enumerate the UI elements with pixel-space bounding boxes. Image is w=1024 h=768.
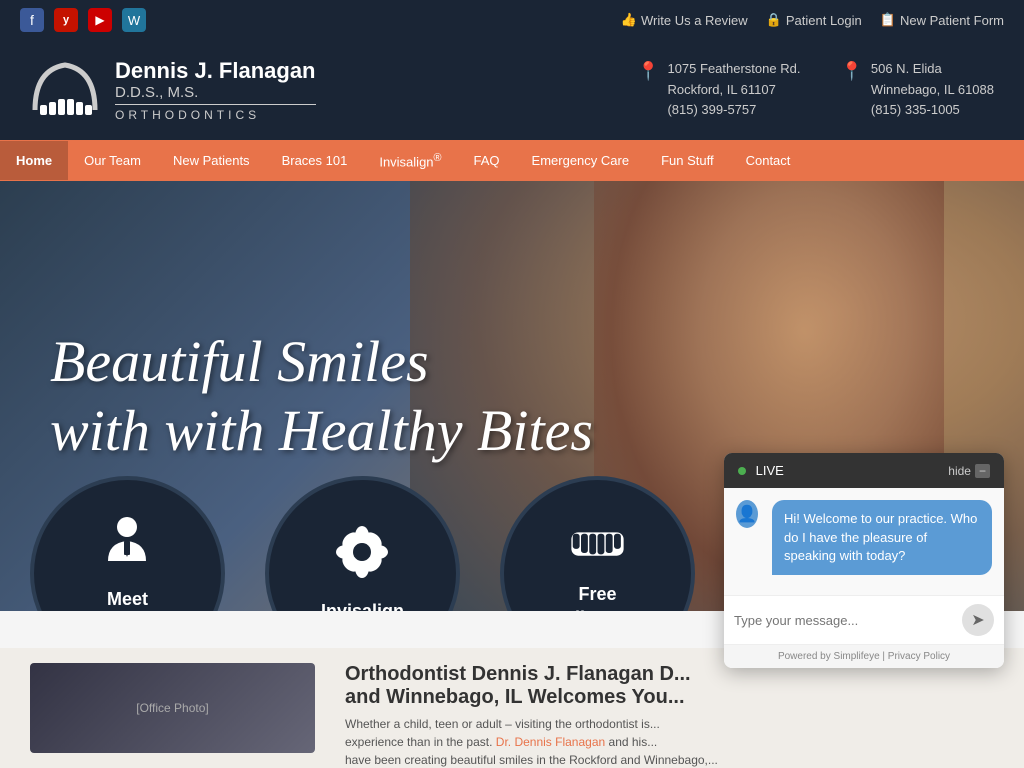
circle-label-1: MeetDr. Flanagan — [73, 588, 181, 611]
agent-avatar: 👤 — [736, 500, 758, 528]
facebook-icon[interactable]: f — [20, 8, 44, 32]
chat-bubble: Hi! Welcome to our practice. Who do I ha… — [772, 500, 992, 575]
live-indicator: LIVE — [738, 463, 784, 478]
logo-area: Dennis J. Flanagan D.D.S., M.S. ORTHODON… — [30, 55, 316, 125]
hide-label: hide — [948, 464, 971, 478]
main-nav: Home Our Team New Patients Braces 101 In… — [0, 140, 1024, 181]
nav-braces-101[interactable]: Braces 101 — [266, 141, 364, 180]
top-bar: f y ▶ W 👍 Write Us a Review 🔒 Patient Lo… — [0, 0, 1024, 40]
intro-heading: Orthodontist Dennis J. Flanagan D... and… — [345, 663, 994, 709]
address-1-phone: (815) 399-5757 — [667, 100, 800, 121]
addresses: 📍 1075 Featherstone Rd. Rockford, IL 611… — [637, 59, 994, 121]
teeth-icon — [570, 517, 625, 575]
youtube-icon[interactable]: ▶ — [88, 8, 112, 32]
nav-contact[interactable]: Contact — [730, 141, 807, 180]
minimize-icon: − — [975, 464, 990, 478]
nav-new-patients[interactable]: New Patients — [157, 141, 266, 180]
specialty-label: ORTHODONTICS — [115, 104, 316, 122]
patient-login-link[interactable]: 🔒 Patient Login — [766, 12, 862, 28]
doctor-link[interactable]: Dr. Dennis Flanagan — [496, 735, 605, 749]
nav-faq[interactable]: FAQ — [458, 141, 516, 180]
meet-dr-flanagan-button[interactable]: MeetDr. Flanagan — [30, 476, 225, 611]
flower-icon — [335, 525, 390, 592]
social-links: f y ▶ W — [20, 8, 146, 32]
address-1-line1: 1075 Featherstone Rd. — [667, 59, 800, 80]
top-links: 👍 Write Us a Review 🔒 Patient Login 📋 Ne… — [621, 12, 1004, 28]
thumbs-up-icon: 👍 — [621, 12, 637, 28]
doctor-credentials: D.D.S., M.S. — [115, 84, 316, 101]
free-smile-exam-button[interactable]: FreeSmile Exam — [500, 476, 695, 611]
wordpress-icon[interactable]: W — [122, 8, 146, 32]
live-dot — [738, 467, 746, 475]
logo-arch-icon — [30, 55, 100, 125]
chat-hide-button[interactable]: hide − — [948, 464, 990, 478]
chat-widget: LIVE hide − 👤 Hi! Welcome to our practic… — [724, 453, 1004, 668]
address-2-phone: (815) 335-1005 — [871, 100, 994, 121]
circle-label-2: Invisalign — [321, 600, 404, 612]
hero-text: Beautiful Smiles with with Healthy Bites — [0, 327, 643, 466]
address-rockford: 📍 1075 Featherstone Rd. Rockford, IL 611… — [637, 59, 800, 121]
person-icon — [100, 513, 155, 580]
circles-row: MeetDr. Flanagan Invi — [0, 476, 695, 611]
office-image: [Office Photo] — [30, 663, 315, 753]
address-winnebago: 📍 506 N. Elida Winnebago, IL 61088 (815)… — [840, 59, 994, 121]
chat-input[interactable] — [734, 613, 962, 628]
doctor-name: Dennis J. Flanagan — [115, 58, 316, 84]
chat-input-row: ➤ — [724, 595, 1004, 644]
pin-icon-2: 📍 — [840, 61, 862, 82]
yelp-icon[interactable]: y — [54, 8, 78, 32]
lock-icon: 🔒 — [766, 12, 782, 28]
nav-home[interactable]: Home — [0, 141, 68, 180]
nav-our-team[interactable]: Our Team — [68, 141, 157, 180]
new-patient-form-link[interactable]: 📋 New Patient Form — [880, 12, 1004, 28]
live-label: LIVE — [756, 463, 784, 478]
nav-emergency-care[interactable]: Emergency Care — [516, 141, 646, 180]
write-review-link[interactable]: 👍 Write Us a Review — [621, 12, 748, 28]
chat-message-row: 👤 Hi! Welcome to our practice. Who do I … — [736, 500, 992, 583]
chat-send-button[interactable]: ➤ — [962, 604, 994, 636]
chat-header: LIVE hide − — [724, 453, 1004, 488]
logo-text: Dennis J. Flanagan D.D.S., M.S. ORTHODON… — [115, 58, 316, 122]
form-icon: 📋 — [880, 12, 896, 28]
nav-invisalign[interactable]: Invisalign® — [363, 140, 457, 181]
intro-body: Whether a child, teen or adult – visitin… — [345, 715, 994, 768]
chat-body: 👤 Hi! Welcome to our practice. Who do I … — [724, 488, 1004, 595]
hero-line2: with with Healthy Bites — [50, 398, 593, 463]
address-1-line2: Rockford, IL 61107 — [667, 80, 800, 101]
invisalign-button[interactable]: Invisalign — [265, 476, 460, 611]
pin-icon-1: 📍 — [637, 61, 659, 82]
address-2-line1: 506 N. Elida — [871, 59, 994, 80]
circle-label-3: FreeSmile Exam — [547, 583, 648, 611]
hero-line1: Beautiful Smiles — [50, 329, 429, 394]
intro-text: Orthodontist Dennis J. Flanagan D... and… — [345, 663, 994, 753]
site-header: Dennis J. Flanagan D.D.S., M.S. ORTHODON… — [0, 40, 1024, 140]
address-2-line2: Winnebago, IL 61088 — [871, 80, 994, 101]
hero-headline: Beautiful Smiles with with Healthy Bites — [50, 327, 593, 466]
chat-footer: Powered by Simplifeye | Privacy Policy — [724, 644, 1004, 668]
send-icon: ➤ — [971, 610, 984, 630]
nav-fun-stuff[interactable]: Fun Stuff — [645, 141, 730, 180]
